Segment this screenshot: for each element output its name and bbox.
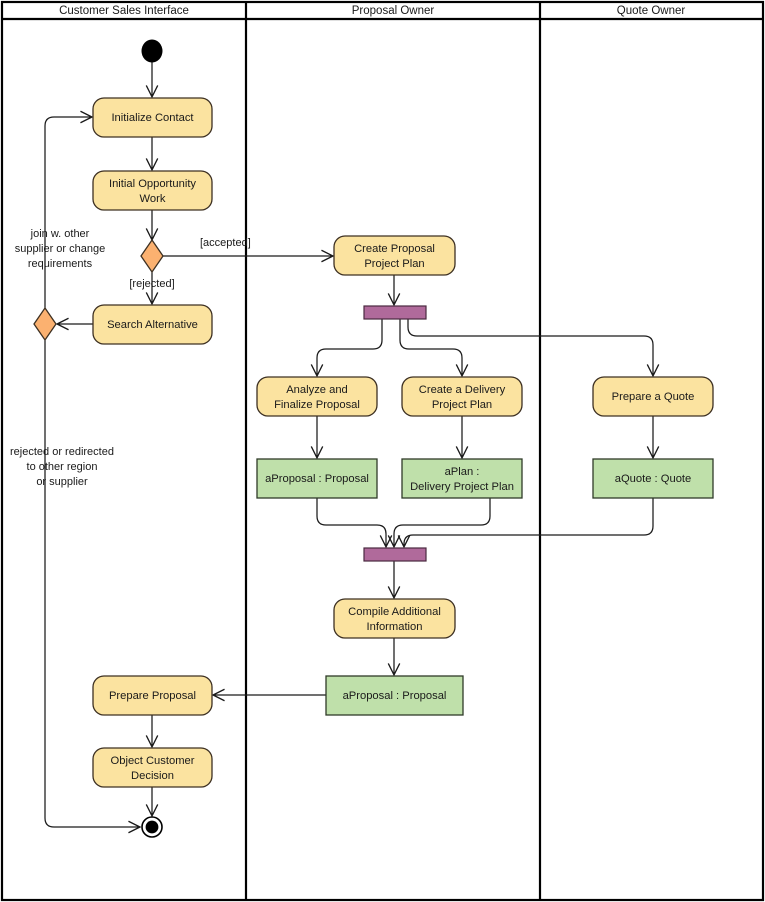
edge-aquote-to-join <box>404 498 654 546</box>
final-node[interactable] <box>141 816 163 838</box>
activity-compile-additional-information-label-line-2: Information <box>367 621 423 633</box>
lane-title-customer-sales-interface: Customer Sales Interface <box>59 5 189 17</box>
edge-fork-to-prepare-a-quote <box>407 319 653 375</box>
merge-join-supplier-shape <box>33 306 57 342</box>
object-aquote-quote-label: aQuote : Quote <box>615 473 692 485</box>
edge-merge-to-initialize-contact <box>44 117 91 308</box>
object-aplan-delivery-project-plan[interactable]: aPlan : Delivery Project Plan <box>401 458 523 499</box>
final-node-dot <box>145 820 159 834</box>
activity-analyze-and-finalize-proposal-label-line-2: Finalize Proposal <box>274 399 360 411</box>
activity-analyze-and-finalize-proposal-label-line-1: Analyze and <box>286 384 348 396</box>
activity-object-customer-decision-label-line-2: Decision <box>131 770 174 782</box>
object-aproposal-proposal-2[interactable]: aProposal : Proposal <box>325 675 464 716</box>
decision-opportunity-outcome[interactable] <box>140 238 164 274</box>
activity-prepare-proposal[interactable]: Prepare Proposal <box>92 675 213 716</box>
svg-text:or supplier: or supplier <box>36 476 88 488</box>
join-compile-shape <box>363 547 427 562</box>
edge-aproposal-to-join <box>316 498 386 546</box>
edge-fork-to-create-a-delivery-project-plan <box>399 319 462 375</box>
edge-label-accepted: [accepted] <box>200 237 251 249</box>
activity-prepare-a-quote[interactable]: Prepare a Quote <box>592 376 714 417</box>
activity-object-customer-decision[interactable]: Object Customer Decision <box>92 747 213 788</box>
edge-label-join-supplier: join w. other supplier or change require… <box>15 228 106 270</box>
lane-titles: Customer Sales Interface Proposal Owner … <box>59 5 685 17</box>
decision-opportunity-outcome-shape <box>140 238 164 274</box>
lane-title-quote-owner: Quote Owner <box>617 5 686 17</box>
activity-create-a-delivery-project-plan-label-line-1: Create a Delivery <box>419 384 506 396</box>
uml-activity-diagram: Customer Sales Interface Proposal Owner … <box>0 0 765 902</box>
svg-text:supplier or change: supplier or change <box>15 243 106 255</box>
lane-title-proposal-owner: Proposal Owner <box>352 5 435 17</box>
object-aplan-delivery-project-plan-label-line-2: Delivery Project Plan <box>410 481 514 493</box>
activity-create-a-delivery-project-plan-label-line-2: Project Plan <box>432 399 492 411</box>
activity-analyze-and-finalize-proposal[interactable]: Analyze and Finalize Proposal <box>256 376 378 417</box>
activity-search-alternative-label: Search Alternative <box>107 319 198 331</box>
object-aproposal-proposal-2-label: aProposal : Proposal <box>343 690 447 702</box>
activity-create-a-delivery-project-plan[interactable]: Create a Delivery Project Plan <box>401 376 523 417</box>
activity-create-proposal-project-plan-label-line-1: Create Proposal <box>354 243 435 255</box>
edge-fork-to-analyze-and-finalize-proposal <box>317 319 383 375</box>
svg-text:to other region: to other region <box>27 461 98 473</box>
activity-initialize-contact-label: Initialize Contact <box>111 112 194 124</box>
activity-create-proposal-project-plan-label-line-2: Project Plan <box>364 258 424 270</box>
activity-create-proposal-project-plan[interactable]: Create Proposal Project Plan <box>333 235 456 276</box>
activity-object-customer-decision-label-line-1: Object Customer <box>111 755 195 767</box>
svg-text:rejected or redirected: rejected or redirected <box>10 446 114 458</box>
object-aplan-delivery-project-plan-label-line-1: aPlan : <box>445 466 480 478</box>
merge-join-supplier[interactable] <box>33 306 57 342</box>
activity-prepare-proposal-label: Prepare Proposal <box>109 690 196 702</box>
activity-prepare-a-quote-label: Prepare a Quote <box>612 391 695 403</box>
edge-label-rejected-redirected: rejected or redirected to other region o… <box>10 446 114 488</box>
object-aproposal-proposal-1[interactable]: aProposal : Proposal <box>256 458 378 499</box>
fork-proposal-work-shape <box>363 305 427 320</box>
svg-text:join w. other: join w. other <box>30 228 90 240</box>
edge-aplan-to-join <box>394 498 491 546</box>
object-aquote-quote[interactable]: aQuote : Quote <box>592 458 714 499</box>
activity-initial-opportunity-work[interactable]: Initial Opportunity Work <box>92 170 213 211</box>
activity-initial-opportunity-work-label-line-2: Work <box>140 193 166 205</box>
initial-node-dot <box>141 39 163 63</box>
object-aproposal-proposal-1-label: aProposal : Proposal <box>265 473 369 485</box>
join-compile[interactable] <box>363 547 427 562</box>
edge-label-rejected: [rejected] <box>129 278 174 290</box>
initial-node[interactable] <box>141 39 163 63</box>
activity-compile-additional-information-label-line-1: Compile Additional <box>348 606 441 618</box>
activity-compile-additional-information[interactable]: Compile Additional Information <box>333 598 456 639</box>
edge-labels: [accepted] [rejected] join w. other supp… <box>10 228 251 488</box>
svg-text:requirements: requirements <box>28 258 93 270</box>
fork-proposal-work[interactable] <box>363 305 427 320</box>
activity-diagram-canvas: Customer Sales Interface Proposal Owner … <box>0 0 765 902</box>
activity-initialize-contact[interactable]: Initialize Contact <box>92 97 213 138</box>
activity-initial-opportunity-work-label-line-1: Initial Opportunity <box>109 178 196 190</box>
activity-search-alternative[interactable]: Search Alternative <box>92 304 213 345</box>
